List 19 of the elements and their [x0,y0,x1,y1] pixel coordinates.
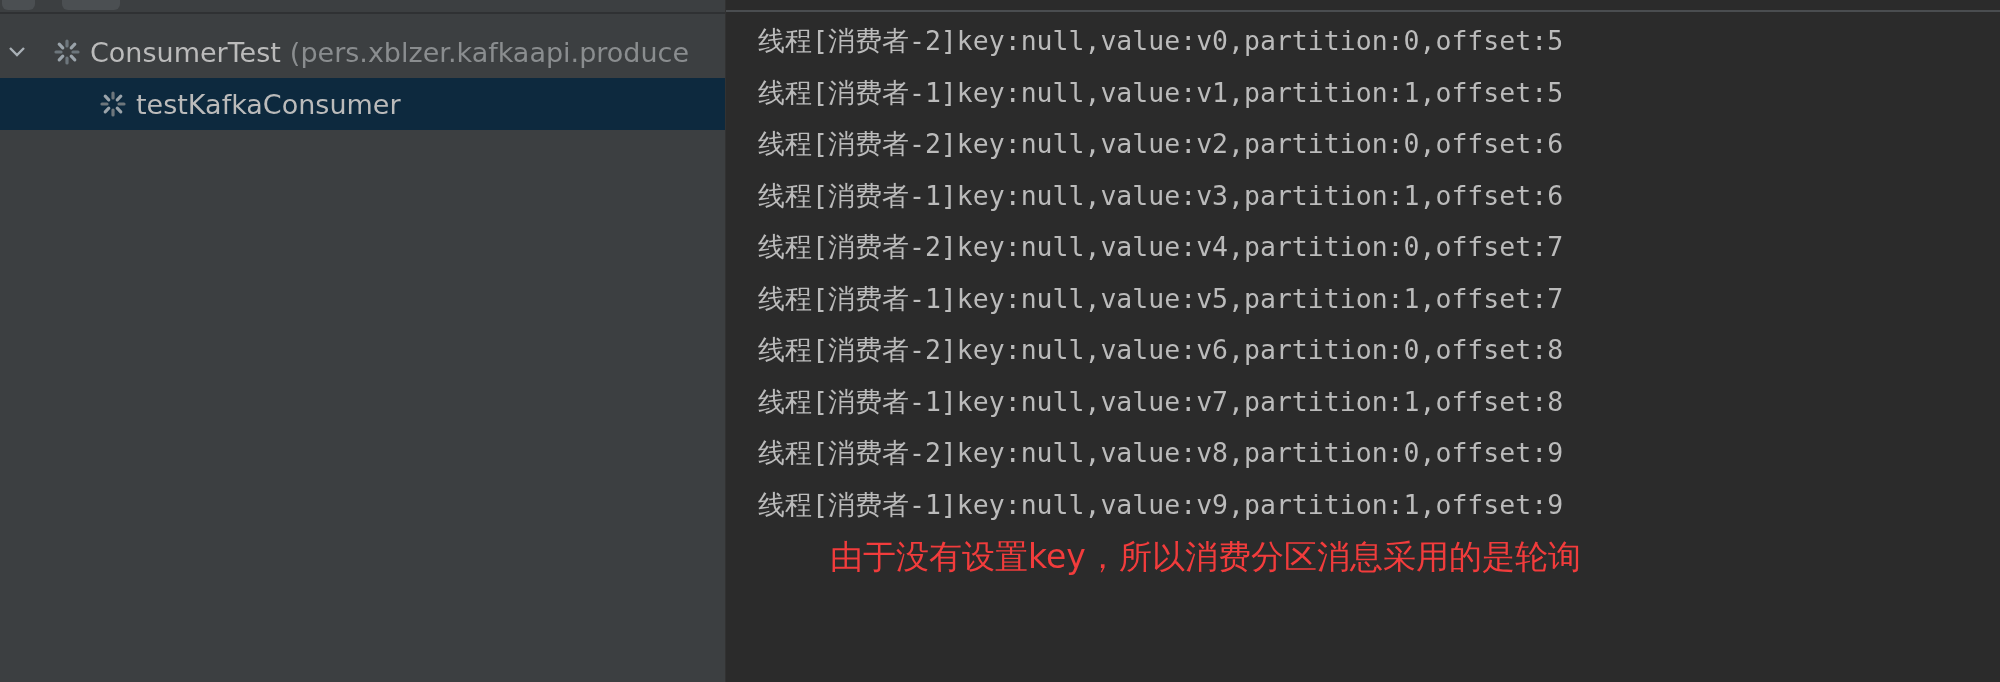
package-name: (pers.xblzer.kafkaapi.produce [289,36,690,68]
console-line: 线程[消费者-2]key:null,value:v2,partition:0,offset:6 [758,127,1565,161]
console-line: 线程[消费者-1]key:null,value:v9,partition:1,offset:9 [758,487,1565,522]
spinner-icon [52,37,82,67]
test-name: ConsumerTest [90,36,281,68]
console-line: 线程[消费者-2]key:null,value:v4,partition:0,offset:7 [758,230,1565,264]
console-line: 线程[消费者-2]key:null,value:v6,partition:0,offset:8 [758,333,1565,367]
console-line: 线程[消费者-1]key:null,value:v7,partition:1,offset:8 [758,384,1565,419]
tree-item[interactable]: testKafkaConsumer [0,78,725,130]
console-line: 线程[消费者-1]key:null,value:v3,partition:1,offset:6 [758,178,1565,213]
annotation-text: 由于没有设置key，所以消费分区消息采用的是轮询 [830,536,1582,578]
spinner-icon [98,89,128,119]
console-line: 线程[消费者-1]key:null,value:v5,partition:1,offset:7 [758,281,1565,316]
test-name: testKafkaConsumer [136,88,401,120]
console-line: 线程[消费者-1]key:null,value:v1,partition:1,offset:5 [758,75,1565,110]
tree-item[interactable]: ConsumerTest (pers.xblzer.kafkaapi.produce [0,26,725,78]
console-line: 线程[消费者-2]key:null,value:v0,partition:0,offset:5 [758,24,1565,58]
console-line: 线程[消费者-2]key:null,value:v8,partition:0,offset:9 [758,436,1565,470]
chevron-icon[interactable] [8,46,26,58]
